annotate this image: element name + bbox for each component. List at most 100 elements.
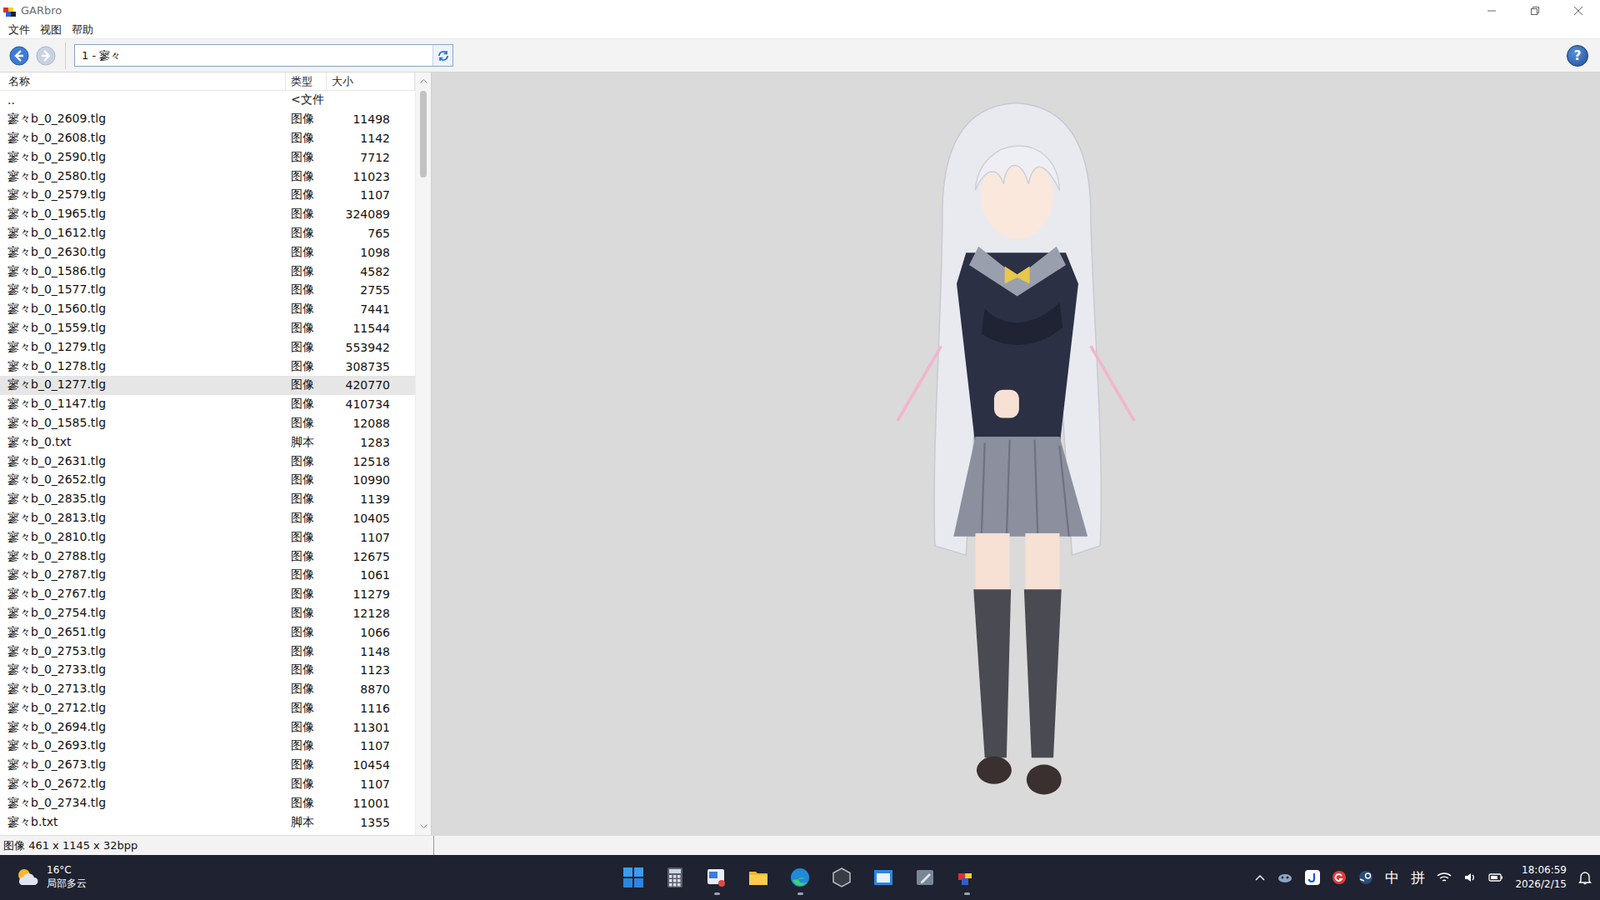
taskbar-app[interactable] xyxy=(787,857,813,898)
scrollbar[interactable] xyxy=(415,72,431,835)
file-row[interactable]: 寥々b_0_1585.tlg图像12088 xyxy=(0,414,415,434)
column-header[interactable]: 类型 xyxy=(285,72,327,90)
file-type: 图像 xyxy=(285,738,327,754)
file-size: 11001 xyxy=(326,796,415,810)
back-button[interactable] xyxy=(8,45,30,67)
file-row[interactable]: 寥々b_0_1279.tlg图像553942 xyxy=(0,337,415,357)
cloud-tray-icon[interactable] xyxy=(1276,870,1294,885)
volume-icon[interactable] xyxy=(1463,870,1477,885)
file-row[interactable]: 寥々b_0_2580.tlg图像11023 xyxy=(0,166,415,186)
file-row[interactable]: 寥々b_0_1560.tlg图像7441 xyxy=(0,300,415,320)
edge-browser-icon[interactable] xyxy=(789,866,811,889)
taskbar-app[interactable] xyxy=(912,857,938,898)
unity-hub-icon[interactable] xyxy=(830,866,853,889)
file-name: 寥々b_0_2767.tlg xyxy=(0,586,286,602)
file-row[interactable]: 寥々b_0_2788.tlg图像12675 xyxy=(0,546,415,566)
file-row[interactable]: 寥々b_0_2652.tlg图像10990 xyxy=(0,470,415,490)
file-row[interactable]: 寥々b_0_2813.tlg图像10405 xyxy=(0,509,415,529)
snipping-tool-icon[interactable] xyxy=(705,866,728,889)
file-row[interactable]: 寥々b_0_1277.tlg图像420770 xyxy=(0,375,415,395)
battery-icon[interactable] xyxy=(1488,870,1504,885)
file-row[interactable]: 寥々b_0_1577.tlg图像2755 xyxy=(0,280,415,300)
clock[interactable]: 18:06:592026/2/15 xyxy=(1515,863,1567,893)
scroll-down-button[interactable] xyxy=(420,818,428,835)
file-row[interactable]: 寥々b_0_2713.tlg图像8870 xyxy=(0,680,415,700)
taskbar-app[interactable] xyxy=(620,857,646,898)
garbro-app-icon[interactable] xyxy=(955,866,978,889)
wifi-icon[interactable] xyxy=(1436,870,1452,885)
menu-item[interactable]: 视图 xyxy=(35,22,67,38)
steam-icon[interactable] xyxy=(1358,870,1374,885)
menu-item[interactable]: 文件 xyxy=(3,22,35,38)
weather-widget[interactable]: 16°C局部多云 xyxy=(0,864,621,890)
file-name: 寥々b_0_1277.tlg xyxy=(0,377,286,393)
red-app-tray-icon[interactable] xyxy=(1331,870,1347,885)
file-explorer-icon[interactable] xyxy=(747,866,770,889)
calculator-icon[interactable] xyxy=(664,866,686,889)
taskbar-app[interactable] xyxy=(829,857,855,898)
editor-icon[interactable] xyxy=(914,866,936,889)
file-row[interactable]: 寥々b_0_1147.tlg图像410734 xyxy=(0,395,415,415)
file-row[interactable]: 寥々b_0_2694.tlg图像11301 xyxy=(0,717,415,737)
file-row[interactable]: 寥々b_0_1559.tlg图像11544 xyxy=(0,319,415,339)
taskbar-app[interactable] xyxy=(954,857,980,898)
file-row[interactable]: 寥々b.txt脚本1355 xyxy=(0,812,415,832)
help-button[interactable]: ? xyxy=(1566,45,1589,67)
taskbar-app[interactable] xyxy=(704,857,730,898)
file-row[interactable]: 寥々b_0_2608.tlg图像1142 xyxy=(0,129,415,149)
file-row[interactable]: 寥々b_0_2579.tlg图像1107 xyxy=(0,185,415,205)
column-header[interactable]: 大小 xyxy=(326,72,415,90)
file-type: 图像 xyxy=(285,415,327,431)
app-window-icon[interactable] xyxy=(872,866,895,889)
file-row[interactable]: 寥々b_0_1586.tlg图像4582 xyxy=(0,261,415,281)
file-row[interactable]: 寥々b_0.txt脚本1283 xyxy=(0,432,415,452)
file-row[interactable]: 寥々b_0_2734.tlg图像11001 xyxy=(0,793,415,813)
close-button[interactable] xyxy=(1556,0,1600,21)
file-row[interactable]: 寥々b_0_2767.tlg图像11279 xyxy=(0,585,415,605)
menu-item[interactable]: 帮助 xyxy=(66,22,99,38)
toolbar: 1 - 寥々? xyxy=(0,39,1600,73)
file-row[interactable]: 寥々b_0_2631.tlg图像12518 xyxy=(0,451,415,471)
taskbar-app[interactable] xyxy=(745,857,771,898)
restore-button[interactable] xyxy=(1513,0,1557,21)
windows-start-icon[interactable] xyxy=(622,866,645,889)
file-row[interactable]: 寥々b_0_2787.tlg图像1061 xyxy=(0,565,415,585)
file-row[interactable]: 寥々b_0_2672.tlg图像1107 xyxy=(0,775,415,795)
file-row[interactable]: 寥々b_0_2693.tlg图像1107 xyxy=(0,736,415,756)
taskbar-app[interactable] xyxy=(662,857,688,898)
column-header[interactable]: 名称 xyxy=(0,72,286,90)
j-app-tray-icon[interactable] xyxy=(1305,870,1320,885)
weather-temperature: 16°C xyxy=(46,864,87,878)
taskbar-app[interactable] xyxy=(870,857,896,898)
file-type: 图像 xyxy=(285,720,327,735)
file-row[interactable]: 寥々b_0_2835.tlg图像1139 xyxy=(0,490,415,510)
file-name: 寥々b_0_2733.tlg xyxy=(0,662,286,678)
scroll-thumb[interactable] xyxy=(420,90,427,178)
scroll-up-button[interactable] xyxy=(420,72,428,90)
file-row[interactable]: 寥々b_0_2651.tlg图像1066 xyxy=(0,622,415,642)
refresh-button[interactable] xyxy=(432,45,453,66)
file-row[interactable]: ..<文件 xyxy=(0,90,415,110)
ime-indicator[interactable]: 拼 xyxy=(1410,868,1425,888)
file-name: 寥々b_0_2651.tlg xyxy=(0,625,286,640)
file-row[interactable]: 寥々b_0_2673.tlg图像10454 xyxy=(0,755,415,775)
path-field[interactable]: 1 - 寥々 xyxy=(74,44,454,67)
file-name: 寥々b_0_1560.tlg xyxy=(0,301,286,317)
minimize-button[interactable] xyxy=(1470,0,1514,21)
forward-button[interactable] xyxy=(35,45,57,67)
file-row[interactable]: 寥々b_0_2733.tlg图像1123 xyxy=(0,660,415,680)
notification-bell-icon[interactable] xyxy=(1578,870,1592,885)
file-row[interactable]: 寥々b_0_2590.tlg图像7712 xyxy=(0,147,415,167)
running-indicator xyxy=(797,892,804,895)
ime-indicator[interactable]: 中 xyxy=(1385,868,1400,888)
file-row[interactable]: 寥々b_0_2609.tlg图像11498 xyxy=(0,110,415,130)
file-row[interactable]: 寥々b_0_2712.tlg图像1116 xyxy=(0,699,415,719)
file-row[interactable]: 寥々b_0_2753.tlg图像1148 xyxy=(0,641,415,661)
file-row[interactable]: 寥々b_0_1612.tlg图像765 xyxy=(0,224,415,244)
show-hidden-icons-icon[interactable] xyxy=(1255,874,1265,881)
file-row[interactable]: 寥々b_0_2754.tlg图像12128 xyxy=(0,604,415,624)
file-row[interactable]: 寥々b_0_2630.tlg图像1098 xyxy=(0,242,415,262)
file-row[interactable]: 寥々b_0_2810.tlg图像1107 xyxy=(0,527,415,547)
file-row[interactable]: 寥々b_0_1965.tlg图像324089 xyxy=(0,205,415,225)
file-row[interactable]: 寥々b_0_1278.tlg图像308735 xyxy=(0,356,415,376)
